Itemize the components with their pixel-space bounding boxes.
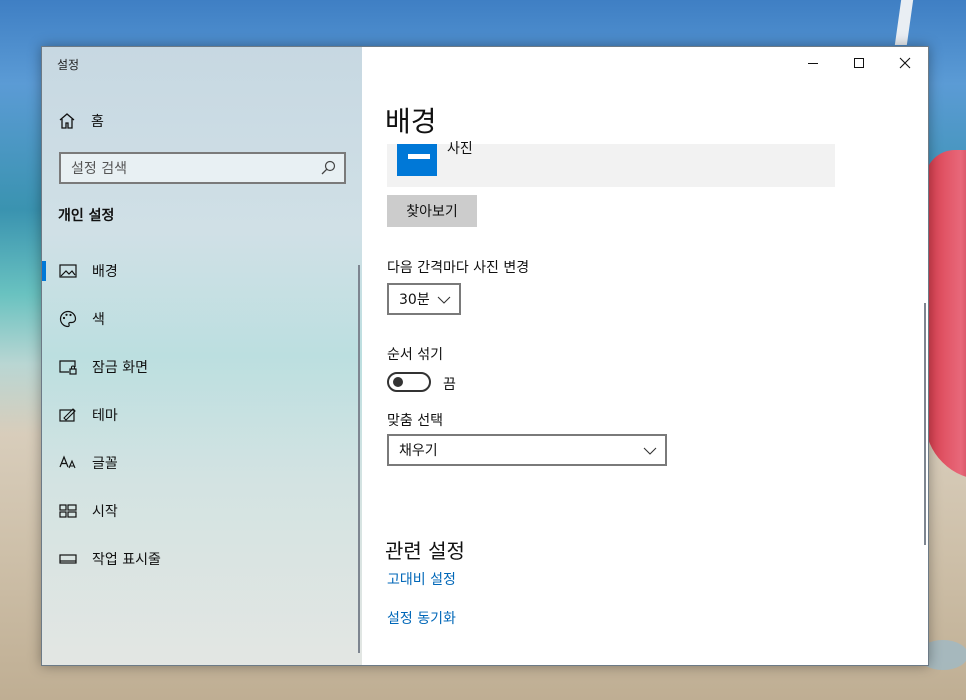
- background-type-dropdown[interactable]: 사진: [387, 141, 835, 187]
- search-icon[interactable]: [320, 160, 336, 176]
- main-content: 배경 사진 찾아보기 다음 간격마다 사진 변경 30분 순서 섞기 끔 맞춤 …: [362, 47, 928, 665]
- page-title: 배경: [385, 105, 437, 138]
- content-scrollbar[interactable]: [924, 303, 926, 545]
- search-input[interactable]: 설정 검색: [59, 152, 346, 184]
- interval-value: 30분: [399, 292, 430, 308]
- sidebar-item-label: 색: [92, 312, 105, 328]
- sidebar-item-taskbar[interactable]: 작업 표시줄: [42, 539, 358, 579]
- sidebar-item-label: 테마: [92, 408, 118, 424]
- background-type-value: 사진: [447, 141, 473, 157]
- sidebar-item-start[interactable]: 시작: [42, 491, 358, 531]
- palette-icon: [58, 309, 78, 329]
- desktop-straw: [894, 0, 914, 45]
- maximize-icon: [854, 58, 864, 68]
- shuffle-toggle[interactable]: [387, 372, 431, 392]
- close-icon: [899, 57, 911, 69]
- shuffle-state: 끔: [443, 377, 456, 393]
- interval-label: 다음 간격마다 사진 변경: [387, 260, 530, 276]
- search-placeholder: 설정 검색: [71, 161, 127, 177]
- fit-label: 맞춤 선택: [387, 413, 443, 429]
- app-title: 설정: [57, 58, 80, 72]
- browse-button[interactable]: 찾아보기: [387, 195, 477, 227]
- settings-window: 설정 홈 설정 검색 개인 설정 배경 색 잠금 화면 테마 글꼴 시작 작업 …: [41, 46, 929, 666]
- home-icon: [59, 113, 75, 129]
- start-icon: [58, 501, 78, 521]
- sidebar: 설정 홈 설정 검색 개인 설정 배경 색 잠금 화면 테마 글꼴 시작 작업 …: [42, 47, 362, 665]
- picture-icon: [58, 261, 78, 281]
- sync-settings-link[interactable]: 설정 동기화: [387, 608, 456, 628]
- sidebar-item-color[interactable]: 색: [42, 299, 358, 339]
- maximize-button[interactable]: [836, 47, 882, 79]
- fit-value: 채우기: [399, 443, 438, 459]
- sidebar-item-font[interactable]: 글꼴: [42, 443, 358, 483]
- sidebar-item-label: 시작: [92, 504, 118, 520]
- interval-dropdown[interactable]: 30분: [387, 283, 461, 315]
- taskbar-icon: [58, 549, 78, 569]
- lock-screen-icon: [58, 357, 78, 377]
- related-settings-heading: 관련 설정: [385, 539, 465, 563]
- high-contrast-link[interactable]: 고대비 설정: [387, 569, 456, 589]
- sidebar-scrollbar[interactable]: [358, 265, 360, 653]
- chevron-down-icon: [437, 296, 451, 304]
- picture-thumbnail: [397, 144, 437, 176]
- sidebar-item-theme[interactable]: 테마: [42, 395, 358, 435]
- sidebar-item-lock-screen[interactable]: 잠금 화면: [42, 347, 358, 387]
- theme-icon: [58, 405, 78, 425]
- fit-dropdown[interactable]: 채우기: [387, 434, 667, 466]
- shuffle-label: 순서 섞기: [387, 347, 443, 363]
- sidebar-item-background[interactable]: 배경: [42, 251, 358, 291]
- section-heading: 개인 설정: [58, 208, 115, 224]
- sidebar-item-label: 글꼴: [92, 456, 118, 472]
- minimize-button[interactable]: [790, 47, 836, 79]
- sidebar-item-label: 잠금 화면: [92, 360, 148, 376]
- font-icon: [58, 453, 78, 473]
- close-button[interactable]: [882, 47, 928, 79]
- desktop-drink-glass: [925, 150, 966, 480]
- home-nav[interactable]: 홈: [57, 109, 104, 133]
- home-label: 홈: [91, 114, 104, 130]
- minimize-icon: [808, 63, 818, 64]
- sidebar-item-label: 배경: [92, 264, 118, 280]
- sidebar-item-label: 작업 표시줄: [92, 552, 161, 568]
- toggle-knob: [393, 377, 403, 387]
- chevron-down-icon: [643, 447, 657, 455]
